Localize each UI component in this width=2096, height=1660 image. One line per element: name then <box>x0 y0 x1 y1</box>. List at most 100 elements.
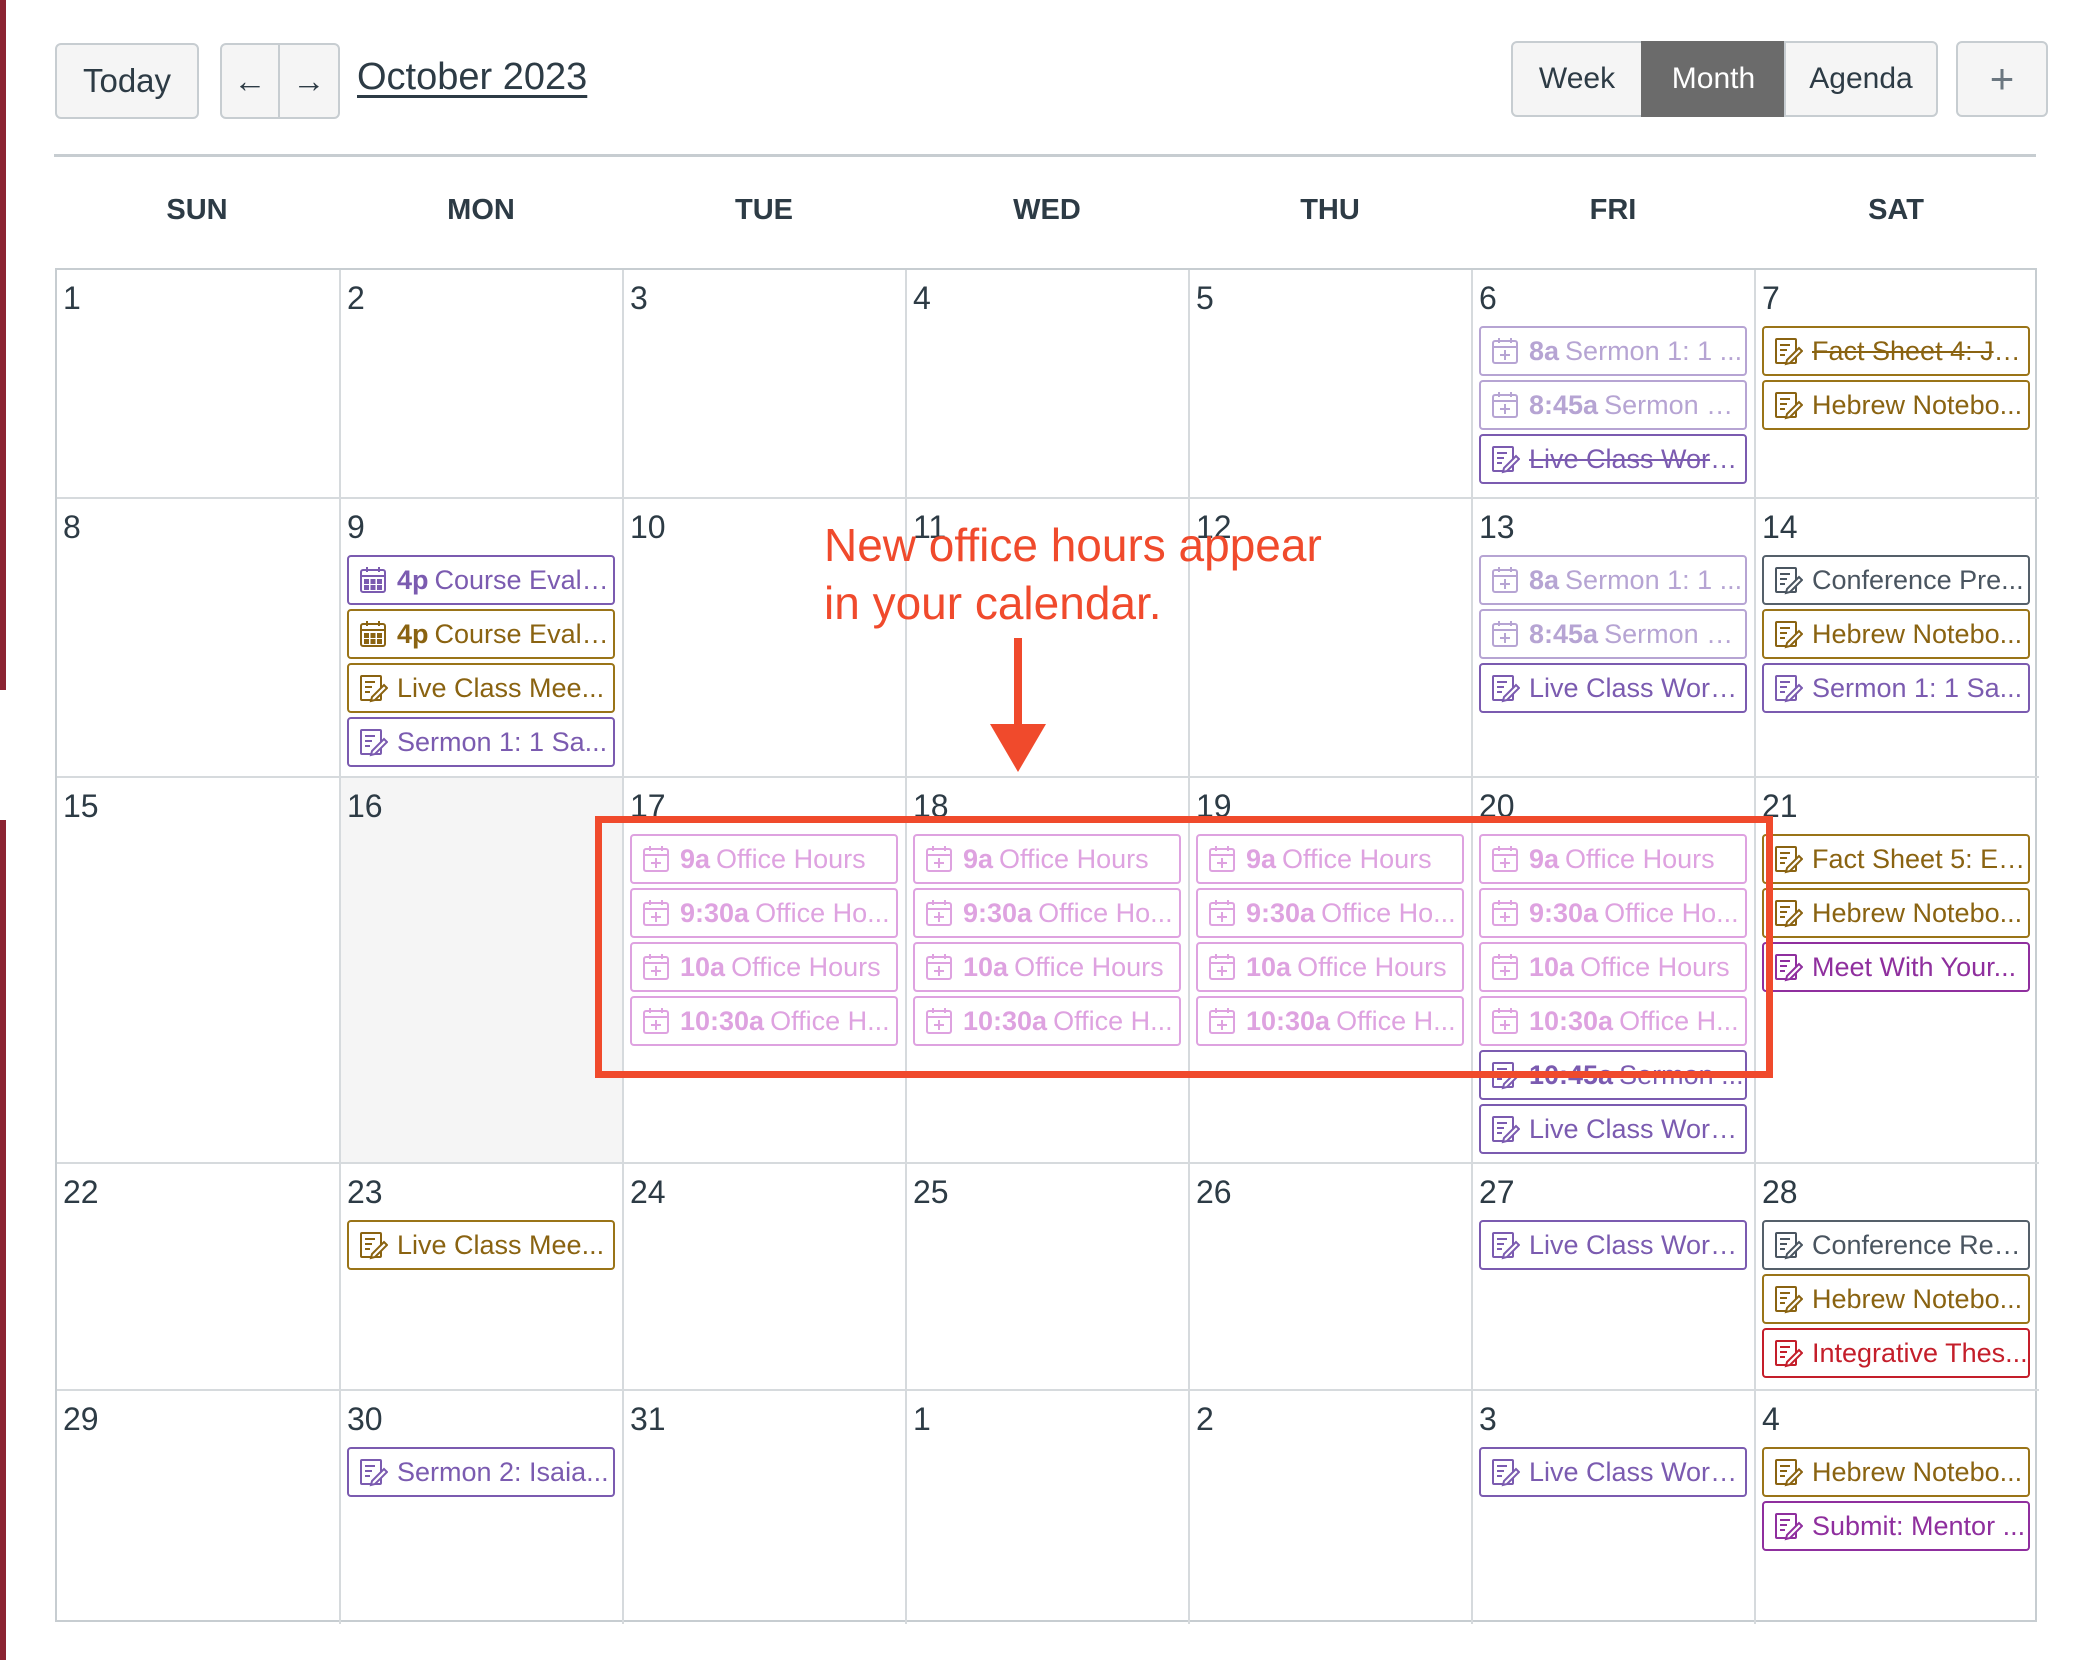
day-cell[interactable]: 29 <box>57 1391 341 1624</box>
day-number[interactable]: 6 <box>1479 280 1497 317</box>
day-cell[interactable]: 2 <box>341 270 624 499</box>
day-number[interactable]: 2 <box>1196 1401 1214 1438</box>
day-cell[interactable]: 2 <box>1190 1391 1473 1624</box>
calendar-event[interactable]: Submit: Mentor ... <box>1762 1501 2030 1551</box>
day-cell[interactable]: 31 <box>624 1391 907 1624</box>
calendar-event[interactable]: Fact Sheet 5: Ez... <box>1762 834 2030 884</box>
day-number[interactable]: 29 <box>63 1401 99 1438</box>
day-cell[interactable]: 9 4p Course Evalu... 4p Course Evalu... Live … <box>341 499 624 778</box>
agenda-view-button[interactable]: Agenda <box>1784 41 1938 117</box>
day-number[interactable]: 16 <box>347 788 383 825</box>
day-cell[interactable]: 6 8a Sermon 1: 1 ... 8:45a Sermon 1:... Live … <box>1473 270 1756 499</box>
day-cell[interactable]: 26 <box>1190 1164 1473 1391</box>
calendar-event[interactable]: Live Class Work... <box>1479 1220 1747 1270</box>
assignment-icon <box>1772 1283 1804 1315</box>
calendar-event[interactable]: 8a Sermon 1: 1 ... <box>1479 555 1747 605</box>
day-cell[interactable]: 24 <box>624 1164 907 1391</box>
calendar-event[interactable]: Meet With Your... <box>1762 942 2030 992</box>
calendar-event[interactable]: Live Class Work... <box>1479 663 1747 713</box>
day-cell[interactable]: 27 Live Class Work... <box>1473 1164 1756 1391</box>
calendar-event[interactable]: Live Class Work... <box>1479 1447 1747 1497</box>
day-number[interactable]: 22 <box>63 1174 99 1211</box>
day-number[interactable]: 31 <box>630 1401 666 1438</box>
prev-month-button[interactable]: ← <box>220 43 280 119</box>
calendar-event[interactable]: Live Class Work... <box>1479 1104 1747 1154</box>
calendar-event[interactable]: Hebrew Notebo... <box>1762 888 2030 938</box>
day-cell[interactable]: 1 <box>57 270 341 499</box>
calendar-event[interactable]: Hebrew Notebo... <box>1762 380 2030 430</box>
add-event-button[interactable]: + <box>1956 41 2048 117</box>
day-number[interactable]: 5 <box>1196 280 1214 317</box>
calendar-event[interactable]: 8:45a Sermon 1:... <box>1479 380 1747 430</box>
day-cell[interactable]: 30 Sermon 2: Isaia... <box>341 1391 624 1624</box>
day-number[interactable]: 9 <box>347 509 365 546</box>
day-cell[interactable]: 8 <box>57 499 341 778</box>
day-cell[interactable]: 16 <box>341 778 624 1164</box>
day-number[interactable]: 28 <box>1762 1174 1798 1211</box>
calendar-event[interactable]: Hebrew Notebo... <box>1762 1274 2030 1324</box>
day-cell[interactable]: 5 <box>1190 270 1473 499</box>
week-view-button[interactable]: Week <box>1511 41 1643 117</box>
calendar-event[interactable]: Conference Pre... <box>1762 555 2030 605</box>
day-number[interactable]: 24 <box>630 1174 666 1211</box>
day-number[interactable]: 4 <box>1762 1401 1780 1438</box>
calendar-event[interactable]: 4p Course Evalu... <box>347 555 615 605</box>
calendar-event[interactable]: Live Class Work... <box>1479 434 1747 484</box>
day-number[interactable]: 30 <box>347 1401 383 1438</box>
calendar-event[interactable]: Hebrew Notebo... <box>1762 1447 2030 1497</box>
event-label: Sermon 1: 1 Sa... <box>1812 673 2022 704</box>
day-number[interactable]: 4 <box>913 280 931 317</box>
day-cell[interactable]: 14 Conference Pre... Hebrew Notebo... Sermo… <box>1756 499 2039 778</box>
day-cell[interactable]: 23 Live Class Mee... <box>341 1164 624 1391</box>
calendar-event[interactable]: Live Class Mee... <box>347 663 615 713</box>
day-cell[interactable]: 22 <box>57 1164 341 1391</box>
day-cell[interactable]: 7 Fact Sheet 4: Je... Hebrew Notebo... <box>1756 270 2039 499</box>
day-number[interactable]: 2 <box>347 280 365 317</box>
day-number[interactable]: 3 <box>630 280 648 317</box>
event-label: Sermon 1: 1 Sa... <box>397 727 607 758</box>
day-number[interactable]: 1 <box>913 1401 931 1438</box>
day-number[interactable]: 26 <box>1196 1174 1232 1211</box>
event-title: Submit: Mentor ... <box>1812 1510 2026 1541</box>
day-number[interactable]: 15 <box>63 788 99 825</box>
calendar-grid-icon <box>357 564 389 596</box>
day-cell[interactable]: 13 8a Sermon 1: 1 ... 8:45a Sermon 1:... Live… <box>1473 499 1756 778</box>
day-number[interactable]: 3 <box>1479 1401 1497 1438</box>
calendar-event[interactable]: 8a Sermon 1: 1 ... <box>1479 326 1747 376</box>
event-title: Hebrew Notebo... <box>1812 389 2023 420</box>
day-cell[interactable]: 4 <box>907 270 1190 499</box>
calendar-event[interactable]: Sermon 1: 1 Sa... <box>347 717 615 767</box>
day-cell[interactable]: 4 Hebrew Notebo... Submit: Mentor ... <box>1756 1391 2039 1624</box>
month-title-link[interactable]: October 2023 <box>357 56 587 99</box>
calendar-event[interactable]: Conference Refl... <box>1762 1220 2030 1270</box>
day-number[interactable]: 27 <box>1479 1174 1515 1211</box>
calendar-event[interactable]: 4p Course Evalu... <box>347 609 615 659</box>
calendar-plus-icon <box>1489 618 1521 650</box>
calendar-event[interactable]: Live Class Mee... <box>347 1220 615 1270</box>
day-cell[interactable]: 3 <box>624 270 907 499</box>
today-button[interactable]: Today <box>55 43 199 119</box>
day-number[interactable]: 1 <box>63 280 81 317</box>
next-month-button[interactable]: → <box>278 43 340 119</box>
calendar-event[interactable]: Hebrew Notebo... <box>1762 609 2030 659</box>
calendar-event[interactable]: 8:45a Sermon 1:... <box>1479 609 1747 659</box>
day-number[interactable]: 8 <box>63 509 81 546</box>
month-view-button[interactable]: Month <box>1641 41 1786 117</box>
event-label: Fact Sheet 5: Ez... <box>1812 844 2028 875</box>
day-number[interactable]: 14 <box>1762 509 1798 546</box>
day-number[interactable]: 7 <box>1762 280 1780 317</box>
day-cell[interactable]: 15 <box>57 778 341 1164</box>
day-cell[interactable]: 21 Fact Sheet 5: Ez... Hebrew Notebo... Mee… <box>1756 778 2039 1164</box>
calendar-event[interactable]: Fact Sheet 4: Je... <box>1762 326 2030 376</box>
day-number[interactable]: 23 <box>347 1174 383 1211</box>
day-cell[interactable]: 1 <box>907 1391 1190 1624</box>
day-number[interactable]: 13 <box>1479 509 1515 546</box>
calendar-event[interactable]: Sermon 2: Isaia... <box>347 1447 615 1497</box>
calendar-event[interactable]: Integrative Thes... <box>1762 1328 2030 1378</box>
calendar-event[interactable]: Sermon 1: 1 Sa... <box>1762 663 2030 713</box>
day-cell[interactable]: 3 Live Class Work... <box>1473 1391 1756 1624</box>
day-cell[interactable]: 25 <box>907 1164 1190 1391</box>
day-cell[interactable]: 28 Conference Refl... Hebrew Notebo... Inte… <box>1756 1164 2039 1391</box>
day-number[interactable]: 10 <box>630 509 666 546</box>
day-number[interactable]: 25 <box>913 1174 949 1211</box>
